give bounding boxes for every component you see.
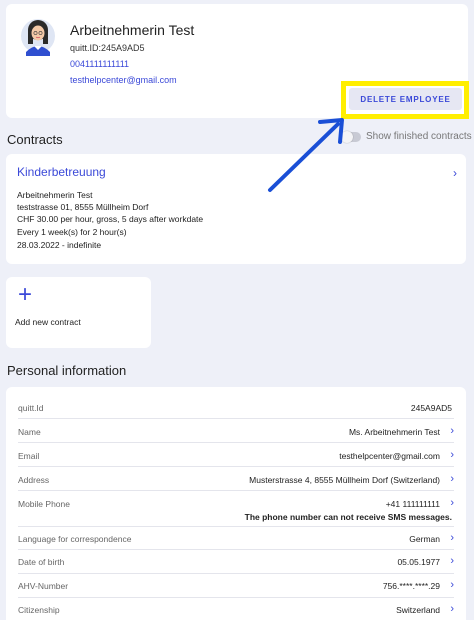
contract-period: 28.03.2022 - indefinite: [17, 240, 102, 250]
employee-id: quitt.ID:245A9AD5: [70, 43, 145, 53]
row-value: Switzerland: [396, 605, 440, 615]
contract-schedule: Every 1 week(s) for 2 hour(s): [17, 227, 127, 237]
contract-employee: Arbeitnehmerin Test: [17, 190, 93, 200]
row-label: Language for correspondence: [18, 534, 132, 544]
contract-address: teststrasse 01, 8555 Müllheim Dorf: [17, 202, 149, 212]
row-label: quitt.Id: [18, 403, 44, 413]
chevron-right-icon[interactable]: ›: [453, 166, 457, 180]
contract-title[interactable]: Kinderbetreuung: [17, 165, 106, 179]
delete-employee-button[interactable]: DELETE EMPLOYEE: [349, 88, 462, 110]
chevron-right-icon[interactable]: ›: [450, 449, 454, 461]
chevron-right-icon[interactable]: ›: [450, 497, 454, 509]
info-row-quitt-id: quitt.Id 245A9AD5: [18, 395, 454, 419]
contracts-title: Contracts: [7, 132, 63, 147]
info-row-address[interactable]: Address Musterstrasse 4, 8555 Müllheim D…: [18, 467, 454, 491]
chevron-right-icon[interactable]: ›: [450, 579, 454, 591]
row-value: 05.05.1977: [397, 557, 440, 567]
chevron-right-icon[interactable]: ›: [450, 555, 454, 567]
avatar: [21, 19, 55, 56]
chevron-right-icon[interactable]: ›: [450, 425, 454, 437]
employee-phone-link[interactable]: 0041111111111: [70, 59, 129, 69]
row-label: Address: [18, 475, 50, 485]
plus-icon[interactable]: +: [18, 281, 32, 309]
chevron-right-icon[interactable]: ›: [450, 603, 454, 615]
info-row-date-of-birth[interactable]: Date of birth 05.05.1977 ›: [18, 550, 454, 574]
info-row-ahv-number[interactable]: AHV-Number 756.****.****.29 ›: [18, 574, 454, 598]
employee-email-link[interactable]: testhelpcenter@gmail.com: [70, 75, 177, 85]
info-row-citizenship[interactable]: Citizenship Switzerland ›: [18, 598, 454, 620]
chevron-right-icon[interactable]: ›: [450, 532, 454, 544]
row-value: Musterstrasse 4, 8555 Müllheim Dorf (Swi…: [249, 475, 440, 485]
row-label: Mobile Phone: [18, 499, 70, 509]
chevron-right-icon[interactable]: ›: [450, 473, 454, 485]
contract-card[interactable]: Kinderbetreuung › Arbeitnehmerin Test te…: [6, 154, 466, 264]
row-value: testhelpcenter@gmail.com: [339, 451, 440, 461]
add-contract-card[interactable]: + Add new contract: [6, 277, 151, 348]
info-row-mobile-phone[interactable]: Mobile Phone +41 111111111 › The phone n…: [18, 491, 454, 527]
row-label: Citizenship: [18, 605, 60, 615]
row-value: 756.****.****.29: [382, 581, 440, 591]
add-contract-label[interactable]: Add new contract: [15, 317, 81, 327]
row-label: Date of birth: [18, 557, 65, 567]
row-value: German: [409, 534, 440, 544]
show-finished-label: Show finished contracts: [366, 131, 472, 142]
personal-info-title: Personal information: [7, 363, 127, 378]
info-row-email[interactable]: Email testhelpcenter@gmail.com ›: [18, 443, 454, 467]
contract-pay: CHF 30.00 per hour, gross, 5 days after …: [17, 214, 204, 224]
sms-warning: The phone number can not receive SMS mes…: [244, 512, 452, 522]
row-label: AHV-Number: [18, 581, 69, 591]
employee-name: Arbeitnehmerin Test: [70, 22, 195, 38]
info-row-name[interactable]: Name Ms. Arbeitnehmerin Test ›: [18, 419, 454, 443]
row-label: Email: [18, 451, 40, 461]
row-value: Ms. Arbeitnehmerin Test: [348, 427, 440, 437]
row-value: +41 111111111: [385, 499, 440, 509]
row-value: 245A9AD5: [410, 403, 452, 413]
annotation-arrow: [268, 118, 344, 192]
row-label: Name: [18, 427, 41, 437]
info-row-language[interactable]: Language for correspondence German ›: [18, 527, 454, 550]
personal-info-card: quitt.Id 245A9AD5 Name Ms. Arbeitnehmeri…: [6, 387, 466, 620]
